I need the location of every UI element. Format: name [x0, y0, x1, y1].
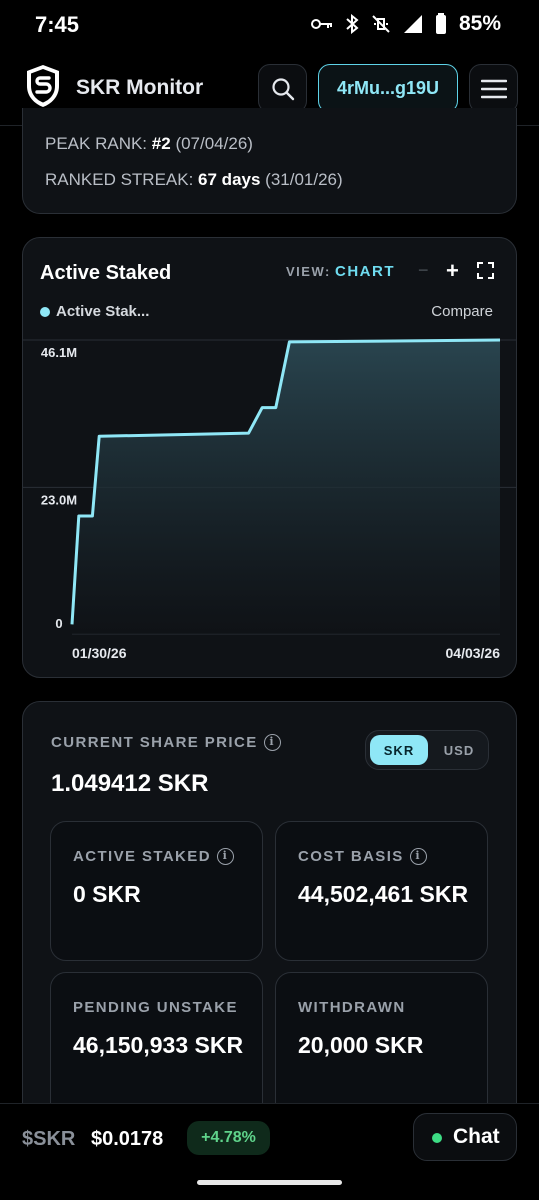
stat-value: 20,000 SKR	[298, 1032, 424, 1058]
series-area	[72, 340, 500, 634]
stat-label: WITHDRAWN	[298, 999, 406, 1016]
battery-icon	[435, 13, 446, 34]
info-icon[interactable]: i	[263, 734, 281, 751]
vibrate-off-icon	[372, 15, 390, 33]
zoom-in-button[interactable]: +	[446, 258, 459, 284]
share-price-card: CURRENT SHARE PRICE i 1.049412 SKR SKR US…	[22, 701, 517, 1132]
current-share-price-label-text: CURRENT SHARE PRICE	[51, 734, 258, 751]
ranked-streak-label: RANKED STREAK:	[45, 170, 194, 189]
legend-label[interactable]: Active Stak...	[56, 303, 149, 320]
stat-label: PENDING UNSTAKE	[73, 999, 238, 1016]
info-icon[interactable]: i	[216, 848, 234, 865]
currency-skr-option[interactable]: SKR	[370, 735, 428, 765]
active-staked-chart-card: Active Staked VIEW: CHART − + Active Sta…	[22, 237, 517, 678]
legend-dot	[40, 307, 50, 317]
y-tick-label: 23.0M	[41, 492, 77, 507]
active-staked-chart[interactable]: 46.1M 23.0M 0 01/30/26 04/03/26	[23, 328, 517, 673]
zoom-out-button[interactable]: −	[418, 260, 429, 281]
signal-icon	[403, 15, 422, 33]
peak-rank-label: PEAK RANK:	[45, 134, 148, 153]
stat-label-text: COST BASIS	[298, 848, 404, 865]
info-icon[interactable]: i	[409, 848, 427, 865]
ticker-symbol: $SKR	[22, 1128, 76, 1150]
status-icons: 85%	[310, 12, 501, 36]
ranked-streak-date: (31/01/26)	[265, 170, 343, 189]
hamburger-menu-icon	[480, 79, 507, 98]
peak-rank-date: (07/04/26)	[175, 134, 253, 153]
bluetooth-icon	[346, 14, 359, 34]
shield-s-logo[interactable]	[25, 64, 61, 108]
stat-label-text: ACTIVE STAKED	[73, 848, 211, 865]
stat-value: 0 SKR	[73, 881, 141, 907]
search-button[interactable]	[258, 64, 307, 113]
y-tick-label: 46.1M	[41, 345, 77, 360]
ticker-price: $0.0178	[91, 1128, 164, 1150]
ticker-change-badge: +4.78%	[187, 1121, 270, 1155]
status-bar: 7:45 85%	[0, 0, 539, 50]
search-icon	[271, 77, 294, 100]
battery-percent: 85%	[458, 12, 501, 35]
peak-rank-value: #2	[151, 134, 171, 153]
stat-label: ACTIVE STAKED i	[73, 848, 234, 865]
stat-value: 46,150,933 SKR	[73, 1032, 244, 1058]
wallet-address-button[interactable]: 4rMu...g19U	[318, 64, 458, 113]
key-icon	[310, 19, 332, 29]
status-time: 7:45	[35, 12, 80, 37]
ranked-streak-value: 67 days	[198, 170, 261, 189]
view-mode-toggle[interactable]: CHART	[335, 263, 395, 280]
chat-button[interactable]: Chat	[413, 1113, 517, 1161]
current-share-price-label: CURRENT SHARE PRICE i	[51, 734, 281, 751]
x-tick-label: 01/30/26	[72, 645, 127, 661]
app-title: SKR Monitor	[76, 76, 204, 99]
compare-button[interactable]: Compare	[431, 303, 493, 320]
peak-rank-row: PEAK RANK: #2 (07/04/26)	[45, 134, 253, 154]
fullscreen-icon[interactable]	[477, 262, 494, 279]
menu-button[interactable]	[469, 64, 518, 113]
stat-label: COST BASIS i	[298, 848, 427, 865]
home-indicator[interactable]	[197, 1180, 342, 1185]
online-status-dot	[432, 1133, 442, 1143]
view-label: VIEW:	[286, 264, 331, 279]
x-tick-label: 04/03/26	[446, 645, 501, 661]
y-tick-label: 0	[55, 616, 62, 631]
rank-card: PEAK RANK: #2 (07/04/26) RANKED STREAK: …	[22, 108, 517, 214]
price-ticker-bar: $SKR $0.0178 +4.78% Chat	[0, 1103, 539, 1200]
stat-active-staked: ACTIVE STAKED i 0 SKR	[50, 821, 263, 961]
ranked-streak-row: RANKED STREAK: 67 days (31/01/26)	[45, 170, 343, 190]
stat-value: 44,502,461 SKR	[298, 881, 469, 907]
current-share-price-value: 1.049412 SKR	[51, 770, 209, 797]
currency-usd-option[interactable]: USD	[432, 735, 486, 765]
stat-cost-basis: COST BASIS i 44,502,461 SKR	[275, 821, 488, 961]
chart-title: Active Staked	[40, 262, 172, 284]
currency-toggle: SKR USD	[365, 730, 489, 770]
chat-label: Chat	[453, 1125, 500, 1148]
